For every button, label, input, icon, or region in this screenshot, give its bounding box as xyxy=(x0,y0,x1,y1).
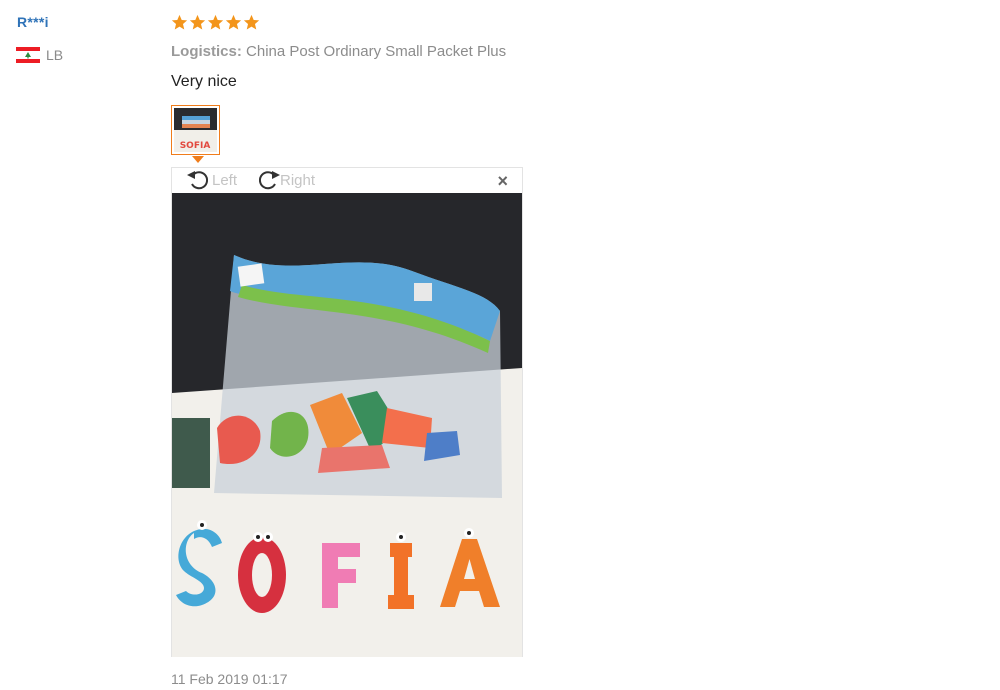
thumbnail-pointer-icon xyxy=(192,156,204,163)
logistics-info: Logistics: China Post Ordinary Small Pac… xyxy=(171,43,506,60)
rotate-left-label: Left xyxy=(212,171,238,189)
review-text: Very nice xyxy=(171,73,237,90)
review-photo xyxy=(172,193,522,657)
star-rating xyxy=(171,14,261,31)
rotate-right-icon xyxy=(258,171,280,190)
photo-thumbnail-image: SOFIA xyxy=(174,108,217,152)
star-icon xyxy=(225,14,242,30)
thumbnail-letters: SOFIA xyxy=(180,141,211,151)
review-date: 11 Feb 2019 01:17 xyxy=(171,671,288,687)
lebanon-flag-icon xyxy=(16,47,40,63)
logistics-label: Logistics: xyxy=(171,43,242,60)
reviewer-name: R***i xyxy=(17,14,49,30)
reviewer-country: LB xyxy=(16,47,63,63)
star-icon xyxy=(171,14,188,30)
star-icon xyxy=(189,14,206,30)
rotate-left-icon xyxy=(187,171,209,190)
country-code: LB xyxy=(46,47,64,63)
photo-viewer: Left Right × xyxy=(171,167,523,657)
rotate-right-button[interactable]: Right xyxy=(254,169,315,191)
rotate-left-button[interactable]: Left xyxy=(186,169,237,191)
star-icon xyxy=(207,14,224,30)
star-icon xyxy=(243,14,260,30)
review-photo-thumbnail[interactable]: SOFIA xyxy=(171,105,220,155)
logistics-value: China Post Ordinary Small Packet Plus xyxy=(246,43,507,60)
close-viewer-button[interactable]: × xyxy=(497,171,508,192)
photo-viewer-toolbar: Left Right × xyxy=(172,168,522,193)
rotate-right-label: Right xyxy=(280,171,316,189)
review-item: R***i LB Logistics: China Post Ordinary … xyxy=(0,0,1000,690)
